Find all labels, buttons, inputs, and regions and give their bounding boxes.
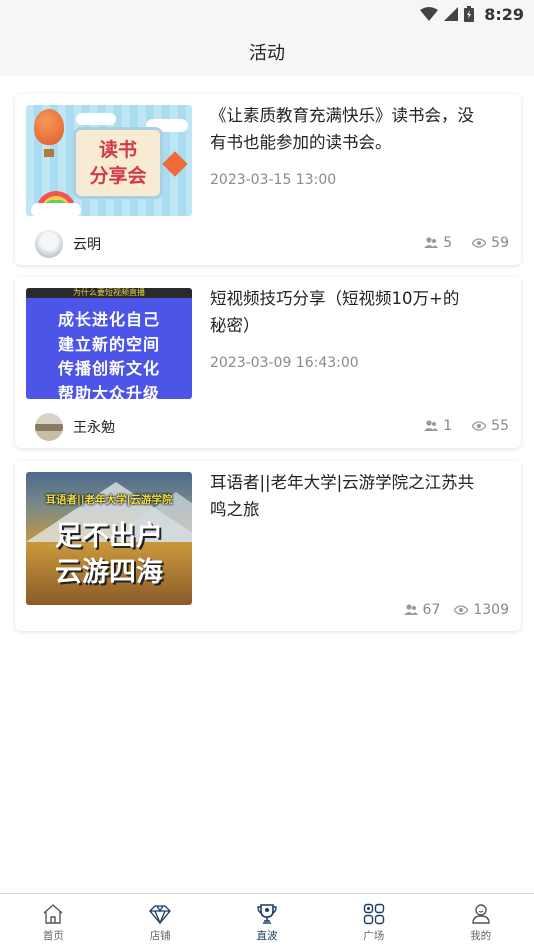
- author-name: 云明: [73, 237, 101, 253]
- author-info[interactable]: 王永勉: [35, 413, 115, 441]
- activity-thumbnail: 为什么要短视频直播 成长进化自己 建立新的空间 传播创新文化 帮助大众升级: [26, 288, 192, 399]
- avatar[interactable]: [35, 413, 63, 441]
- eye-icon: [472, 238, 487, 248]
- home-icon: [43, 904, 63, 924]
- activity-date: 2023-03-09 16:43:00: [210, 355, 359, 371]
- tab-label: 直波: [256, 930, 278, 942]
- thumbnail-text: 读书: [98, 139, 137, 161]
- status-bar: 8:29: [0, 0, 534, 28]
- tab-store[interactable]: 店铺: [107, 894, 214, 950]
- thumbnail-text: 分享会: [89, 165, 147, 187]
- thumbnail-text: 帮助大众升级: [57, 383, 160, 400]
- trophy-icon: [257, 904, 277, 924]
- views-count: 1309: [473, 602, 509, 618]
- activity-thumbnail: 耳语者||老年大学|云游学院 足不出户 云游四海: [26, 472, 192, 605]
- avatar[interactable]: [35, 230, 63, 258]
- page-header: 活动: [0, 28, 534, 76]
- bottom-tab-bar: 首页 店铺 直波 广场 我的: [0, 893, 534, 950]
- views-count: 59: [491, 235, 509, 251]
- thumbnail-board: 读书 分享会: [73, 127, 163, 199]
- participants-count: 5: [443, 235, 453, 251]
- tab-label: 我的: [470, 930, 492, 942]
- activity-title[interactable]: 短视频技巧分享（短视频10万+的秘密）: [210, 285, 475, 339]
- thumbnail-subtitle: 耳语者||老年大学|云游学院: [45, 494, 173, 506]
- tab-label: 首页: [42, 930, 64, 942]
- thumbnail-text: 传播创新文化: [57, 359, 160, 378]
- wifi-icon: [420, 7, 439, 21]
- cloud-decoration: [31, 203, 81, 216]
- battery-icon: [464, 6, 475, 22]
- activity-date: 2023-03-15 13:00: [210, 172, 337, 188]
- eye-icon: [472, 421, 487, 431]
- tab-mine[interactable]: 我的: [427, 894, 534, 950]
- user-icon: [471, 904, 490, 924]
- views-count: 55: [491, 418, 509, 434]
- signal-icon: [444, 7, 459, 21]
- participants-icon: [403, 604, 418, 615]
- activity-card[interactable]: 耳语者||老年大学|云游学院 足不出户 云游四海 耳语者||老年大学|云游学院之…: [15, 461, 521, 631]
- activity-stats: 5 59: [424, 235, 509, 251]
- author-info[interactable]: 云明: [35, 230, 101, 258]
- eye-icon: [454, 605, 469, 615]
- tab-square[interactable]: 广场: [320, 894, 427, 950]
- grid-icon: [363, 903, 384, 925]
- thumbnail-text: 建立新的空间: [57, 334, 160, 354]
- participants-count: 67: [422, 602, 441, 618]
- activity-stats: 1 55: [424, 418, 509, 434]
- participants-icon: [424, 237, 439, 248]
- activity-title[interactable]: 《让素质教育充满快乐》读书会，没有书也能参加的读书会。: [210, 102, 475, 156]
- balloon-icon: [34, 109, 64, 145]
- activity-card[interactable]: 为什么要短视频直播 成长进化自己 建立新的空间 传播创新文化 帮助大众升级 短视…: [15, 277, 521, 448]
- cloud-decoration: [76, 113, 116, 125]
- thumbnail-text: 足不出户: [55, 521, 163, 552]
- activity-stats: 67 1309: [403, 602, 509, 618]
- kite-icon: [162, 151, 188, 177]
- author-name: 王永勉: [73, 420, 115, 436]
- activity-card[interactable]: 读书 分享会 《让素质教育充满快乐》读书会，没有书也能参加的读书会。 2023-…: [15, 94, 521, 265]
- participants-count: 1: [443, 418, 453, 434]
- thumbnail-text: 成长进化自己: [57, 310, 160, 329]
- tab-home[interactable]: 首页: [0, 894, 107, 950]
- activity-title[interactable]: 耳语者||老年大学|云游学院之江苏共鸣之旅: [210, 469, 475, 523]
- tab-label: 店铺: [149, 930, 171, 942]
- status-time: 8:29: [484, 4, 524, 24]
- page-title: 活动: [249, 43, 285, 64]
- tab-label: 广场: [363, 930, 385, 942]
- thumbnail-header: 为什么要短视频直播: [26, 288, 192, 298]
- thumbnail-text-block: 成长进化自己 建立新的空间 传播创新文化 帮助大众升级: [26, 308, 192, 399]
- balloon-basket: [44, 149, 54, 157]
- thumbnail-text: 云游四海: [55, 557, 163, 588]
- tab-live[interactable]: 直波: [214, 894, 321, 950]
- participants-icon: [424, 420, 439, 431]
- activity-thumbnail: 读书 分享会: [26, 105, 192, 216]
- diamond-icon: [149, 905, 172, 925]
